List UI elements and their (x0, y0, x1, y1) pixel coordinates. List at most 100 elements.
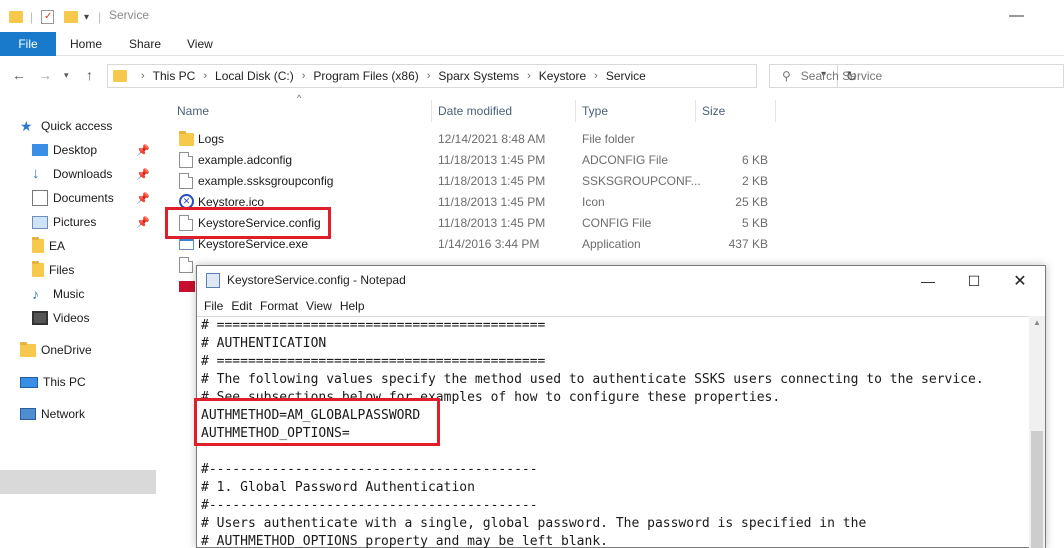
minimize-button[interactable]: — (1009, 7, 1024, 24)
file-icon (179, 152, 193, 168)
pin-icon[interactable]: 📌 (136, 192, 150, 205)
notepad-window[interactable]: KeystoreService.config - Notepad — ☐ ✕ F… (196, 265, 1046, 548)
file-icon (179, 257, 193, 273)
scrollbar-thumb[interactable] (1031, 431, 1043, 548)
nav-item-label: Videos (53, 311, 90, 325)
notepad-title-bar[interactable]: KeystoreService.config - Notepad — ☐ ✕ (197, 266, 1045, 296)
text-line: #---------------------------------------… (201, 462, 538, 477)
breadcrumb-sparx-systems[interactable]: Sparx Systems (438, 69, 519, 83)
column-divider[interactable] (775, 100, 776, 122)
address-bar[interactable]: › This PC › Local Disk (C:) › Program Fi… (107, 64, 857, 88)
file-row[interactable]: Logs 12/14/2021 8:48 AM File folder (176, 129, 776, 150)
breadcrumb-program-files[interactable]: Program Files (x86) (313, 69, 418, 83)
text-line: # ======================================… (201, 354, 546, 369)
breadcrumb-keystore[interactable]: Keystore (539, 69, 586, 83)
close-button[interactable]: ✕ (997, 270, 1043, 292)
computer-icon (20, 376, 38, 388)
back-arrow-icon[interactable]: ← (12, 67, 26, 83)
text-line: # AUTHENTICATION (201, 336, 327, 351)
forward-arrow-icon[interactable]: → (38, 67, 52, 83)
column-divider[interactable] (695, 100, 696, 122)
navigation-bar: ← → ▾ ↑ › This PC › Local Disk (C:) › Pr… (0, 60, 1064, 92)
column-divider[interactable] (575, 100, 576, 122)
file-row[interactable]: KeystoreService.exe 1/14/2016 3:44 PM Ap… (176, 234, 776, 255)
file-size: 25 KB (735, 195, 768, 209)
file-name: KeystoreService.config (198, 216, 321, 230)
vertical-scrollbar[interactable]: ▲ (1029, 316, 1045, 548)
folder-icon (179, 131, 194, 146)
column-header-date[interactable]: Date modified (438, 100, 512, 122)
tab-share[interactable]: Share (129, 37, 161, 51)
maximize-button[interactable]: ☐ (951, 270, 997, 292)
notepad-text-area[interactable]: # ======================================… (197, 316, 1029, 548)
text-line: # Users authenticate with a single, glob… (201, 516, 867, 531)
pdf-icon (179, 281, 195, 292)
file-size: 5 KB (741, 216, 768, 230)
column-header-size[interactable]: Size (702, 100, 725, 122)
file-date: 11/18/2013 1:45 PM (438, 174, 546, 188)
column-header-name[interactable]: Name (177, 100, 209, 122)
tab-file[interactable]: File (0, 32, 56, 56)
file-row[interactable]: ✕ Keystore.ico 11/18/2013 1:45 PM Icon 2… (176, 192, 776, 213)
column-header-type[interactable]: Type (582, 100, 608, 122)
scroll-up-icon[interactable]: ▲ (1033, 318, 1041, 327)
file-row[interactable]: example.ssksgroupconfig 11/18/2013 1:45 … (176, 171, 776, 192)
file-icon (179, 215, 193, 231)
chevron-right-icon: › (203, 70, 208, 82)
up-arrow-icon[interactable]: ↑ (86, 67, 93, 83)
nav-item-desktop[interactable]: Desktop 📌 (32, 139, 156, 161)
pin-icon[interactable]: 📌 (136, 168, 150, 181)
breadcrumb-this-pc[interactable]: This PC (153, 69, 196, 83)
text-line: # AUTHMETHOD_OPTIONS property and may be… (201, 534, 608, 548)
nav-item-this-pc[interactable]: This PC (20, 371, 160, 393)
nav-item-ea[interactable]: EA (32, 235, 156, 257)
file-size: 6 KB (741, 153, 768, 167)
text-line: AUTHMETHOD=AM_GLOBALPASSWORD (201, 408, 421, 423)
pin-icon[interactable]: 📌 (136, 216, 150, 229)
file-icon (179, 173, 193, 189)
tab-view[interactable]: View (187, 37, 213, 51)
nav-item-music[interactable]: ♪ Music (32, 283, 156, 305)
file-row[interactable]: KeystoreService.config 11/18/2013 1:45 P… (176, 213, 776, 234)
file-row[interactable]: example.adconfig 11/18/2013 1:45 PM ADCO… (176, 150, 776, 171)
minimize-button[interactable]: — (905, 270, 951, 292)
nav-item-onedrive[interactable]: OneDrive (20, 339, 160, 361)
file-name: KeystoreService.exe (198, 237, 309, 251)
menu-edit[interactable]: Edit (231, 299, 252, 313)
new-folder-icon[interactable] (64, 8, 78, 26)
nav-item-network[interactable]: Network (20, 403, 160, 425)
nav-item-pictures[interactable]: Pictures 📌 (32, 211, 156, 233)
chevron-right-icon: › (301, 70, 306, 82)
nav-item-downloads[interactable]: ↓ Downloads 📌 (32, 163, 156, 185)
search-input[interactable]: Search Service (801, 69, 882, 83)
tab-home[interactable]: Home (70, 37, 102, 51)
chevron-right-icon: › (426, 70, 431, 82)
file-type: SSKSGROUPCONF... (582, 174, 701, 188)
column-divider[interactable] (431, 100, 432, 122)
customize-toolbar-icon[interactable]: ▾ (84, 8, 89, 26)
menu-file[interactable]: File (204, 299, 223, 313)
properties-icon[interactable]: ✓ (41, 8, 54, 26)
menu-help[interactable]: Help (340, 299, 365, 313)
nav-item-documents[interactable]: Documents 📌 (32, 187, 156, 209)
breadcrumb-service[interactable]: Service (606, 69, 646, 83)
nav-item-videos[interactable]: Videos (32, 307, 156, 329)
file-size: 437 KB (728, 237, 768, 251)
notepad-menu-bar: File Edit Format View Help (197, 296, 1045, 316)
folder-icon[interactable] (9, 8, 23, 26)
file-date: 1/14/2016 3:44 PM (438, 237, 540, 251)
folder-icon (20, 341, 36, 357)
nav-item-label: Downloads (53, 167, 113, 181)
folder-icon (32, 261, 44, 277)
nav-item-files[interactable]: Files (32, 259, 156, 281)
menu-format[interactable]: Format (260, 299, 298, 313)
nav-selection-highlight (0, 470, 156, 494)
menu-view[interactable]: View (306, 299, 332, 313)
recent-locations-icon[interactable]: ▾ (64, 70, 69, 81)
nav-item-label: Quick access (41, 119, 113, 133)
star-icon: ★ (20, 118, 33, 134)
nav-item-quick-access[interactable]: ★ Quick access (20, 115, 160, 137)
search-box[interactable]: ⚲ Search Service (769, 64, 1064, 88)
breadcrumb-local-disk[interactable]: Local Disk (C:) (215, 69, 294, 83)
pin-icon[interactable]: 📌 (136, 144, 150, 157)
